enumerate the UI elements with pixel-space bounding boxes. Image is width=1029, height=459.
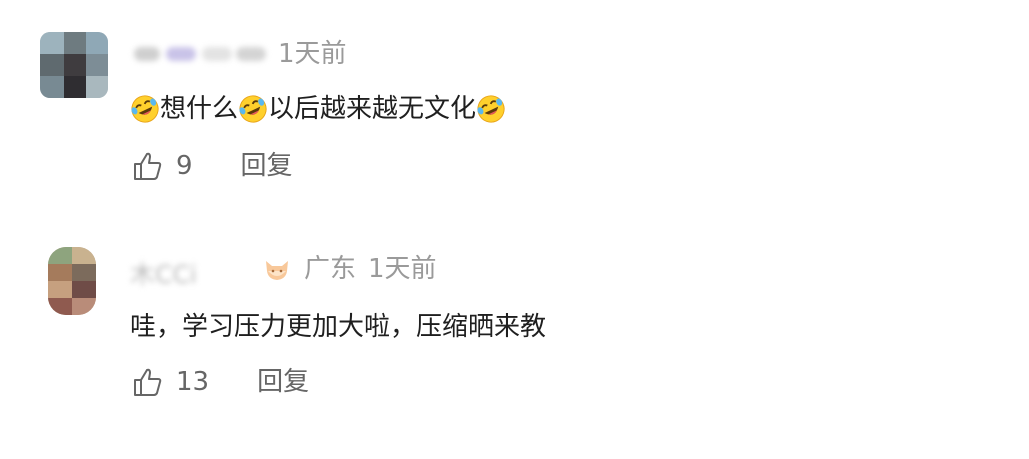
avatar-pixel: [72, 247, 96, 264]
avatar[interactable]: [48, 247, 96, 315]
user-location: 广东: [304, 254, 357, 284]
avatar-pixel: [86, 76, 108, 98]
avatar-pixel: [72, 281, 96, 298]
username: 木CCi: [130, 260, 197, 289]
blur-block: [134, 47, 160, 61]
avatar-pixel: [86, 54, 108, 76]
username-blurred[interactable]: 木CCi: [130, 256, 256, 289]
avatar-pixel: [40, 54, 64, 76]
blur-block: [202, 47, 232, 61]
comment-actions: 13 回复: [132, 362, 309, 402]
avatar-pixel: [72, 298, 96, 315]
avatar-pixel: [48, 281, 72, 298]
avatar-pixel: [64, 54, 86, 76]
comment-text: 想什么 以后越来越无文化: [130, 92, 506, 126]
avatar-pixel: [48, 247, 72, 264]
avatar-pixel: [40, 76, 64, 98]
comment-header: 1天前: [130, 38, 347, 70]
avatar[interactable]: [40, 32, 108, 98]
reply-button[interactable]: 回复: [241, 150, 293, 182]
comment-actions: 9 回复: [132, 146, 293, 186]
fox-badge-icon: [266, 261, 288, 280]
comment-header: 木CCi 广东 1天前: [130, 253, 437, 289]
comment-text-segment: 以后越来越无文化: [268, 94, 477, 124]
like-count: 13: [176, 367, 210, 397]
comment-time: 1天前: [368, 254, 437, 284]
avatar-pixel: [48, 264, 72, 281]
comment-text-segment: 想什么: [160, 94, 239, 124]
rofl-emoji: [239, 95, 267, 123]
rofl-emoji: [131, 95, 159, 123]
reply-button[interactable]: 回复: [257, 366, 309, 398]
avatar-pixel: [72, 264, 96, 281]
username-blurred[interactable]: [130, 41, 270, 67]
comment-item: 1天前 想什么 以后越来越无文化 9 回复: [0, 0, 1029, 215]
like-count: 9: [176, 151, 193, 181]
comment-text: 哇，学习压力更加大啦，压缩晒来教: [130, 312, 547, 342]
thumbs-up-icon[interactable]: [132, 366, 164, 398]
avatar-pixel: [48, 298, 72, 315]
rofl-emoji: [477, 95, 505, 123]
avatar-pixel: [40, 32, 64, 54]
comment-time: 1天前: [278, 39, 347, 69]
thumbs-up-icon[interactable]: [132, 150, 164, 182]
avatar-pixel: [86, 32, 108, 54]
comment-item: 木CCi 广东 1天前 哇，学习压力更加大啦，压缩晒来教 13 回复: [0, 215, 1029, 459]
avatar-pixel: [64, 32, 86, 54]
blur-block: [236, 47, 266, 61]
avatar-pixel: [64, 76, 86, 98]
blur-block: [166, 47, 196, 61]
